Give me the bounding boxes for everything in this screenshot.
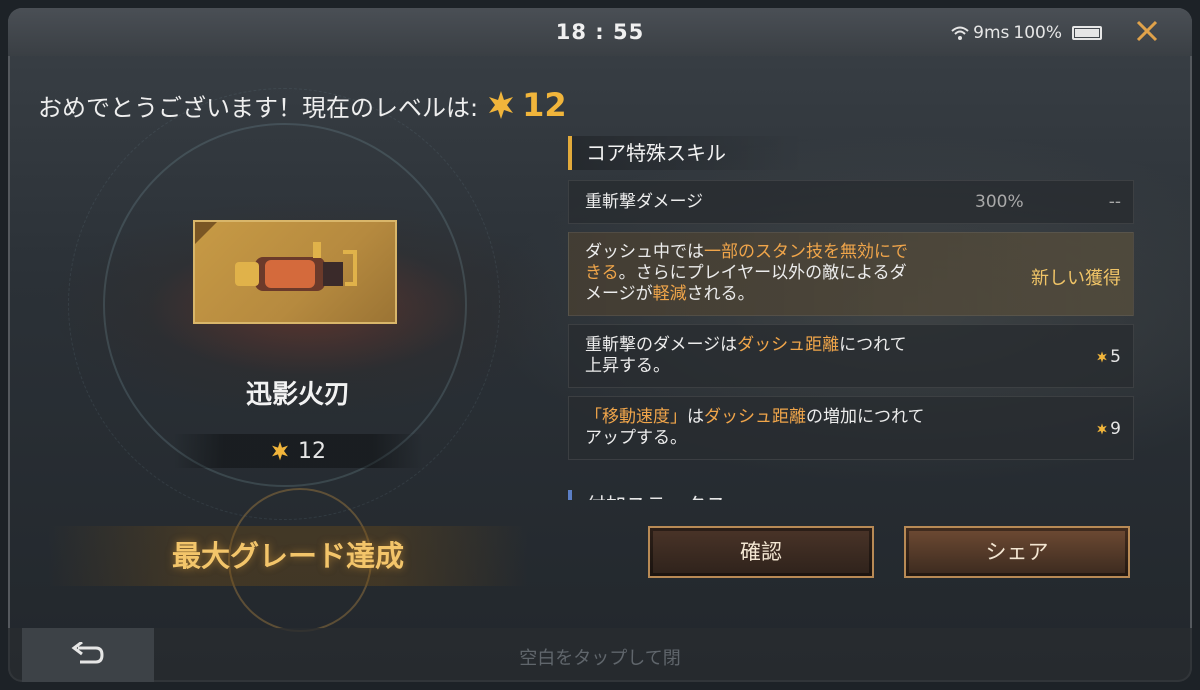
status-indicators: 9ms 100% [951, 23, 1102, 43]
skill-row: 「移動速度」はダッシュ距離の増加につれて アップする。 9 [568, 396, 1134, 460]
ping-value: 9ms [973, 23, 1010, 43]
text: の増加につれて [806, 407, 925, 427]
tap-to-close-hint: 空白をタップして閉 [519, 648, 681, 669]
battery-icon [1072, 26, 1102, 40]
wifi-icon [951, 26, 969, 40]
text-highlight: ダッシュ距離 [704, 407, 806, 427]
max-grade-banner: 最大グレード達成 [48, 526, 528, 586]
skill-row: 重斬撃のダメージはダッシュ距離につれて 上昇する。 5 [568, 324, 1134, 388]
text: につれて [839, 335, 907, 355]
text: ダッシュ中では [585, 242, 704, 262]
weapon-level-value: 12 [298, 438, 326, 464]
skill-right: -- [1108, 192, 1121, 212]
text: される。 [686, 284, 755, 304]
skill-unlock-level: 5 [1096, 347, 1121, 367]
text-highlight: ダッシュ距離 [737, 335, 840, 355]
text-highlight: 軽減 [652, 284, 687, 304]
text: 上昇する。 [585, 356, 670, 376]
current-level: 12 [522, 86, 567, 124]
weapon-level: 12 [173, 434, 423, 468]
text: 。さらにプレイヤー以外の敵によるダ [618, 263, 907, 283]
status-bar: 18 : 55 9ms 100% [8, 8, 1192, 56]
skill-unlock-level: 9 [1096, 419, 1121, 439]
skill-row: ダッシュ中では一部のスタン技を無効にで きる。さらにプレイヤー以外の敵によるダ … [568, 232, 1134, 316]
skill-value: 300% [975, 192, 1024, 212]
star-icon [1097, 423, 1107, 435]
star-icon [272, 441, 288, 461]
reward-dialog[interactable]: 18 : 55 9ms 100% おめでとうございます！現在のレベルは: 12 [8, 8, 1192, 682]
skill-row: 重斬撃ダメージ 300% -- [568, 180, 1134, 224]
text: は [687, 407, 704, 427]
section-title-core-skill: コア特殊スキル [568, 136, 806, 170]
text: アップする。 [585, 428, 687, 448]
battery-value: 100% [1013, 23, 1062, 43]
skill-text: 重斬撃のダメージはダッシュ距離につれて 上昇する。 [585, 335, 907, 377]
skill-text: ダッシュ中では一部のスタン技を無効にで きる。さらにプレイヤー以外の敵によるダ … [585, 242, 908, 305]
text: メージが [585, 284, 653, 304]
skill-text: 「移動速度」はダッシュ距離の増加につれて アップする。 [585, 407, 925, 449]
unlock-level-value: 9 [1110, 419, 1121, 439]
new-acquired-label: 新しい獲得 [1031, 268, 1121, 289]
close-icon[interactable] [1132, 16, 1162, 46]
section-title-extra-status: 付加ステータス [568, 490, 786, 500]
star-icon [1097, 351, 1107, 363]
skill-text: 重斬撃ダメージ [585, 192, 704, 212]
star-icon [489, 91, 514, 119]
weapon-gun-icon [235, 242, 357, 291]
unlock-level-value: 5 [1110, 347, 1121, 367]
skills-list[interactable]: 重斬撃ダメージ 300% -- ダッシュ中では一部のスタン技を無効にで きる。さ… [568, 180, 1134, 500]
text-highlight: きる [585, 263, 619, 283]
text-highlight: 「移動速度」 [585, 407, 687, 427]
share-button[interactable]: シェア [904, 526, 1130, 578]
confirm-button[interactable]: 確認 [648, 526, 874, 578]
text: 重斬撃のダメージは [585, 335, 738, 355]
weapon-name: 迅影火刃 [245, 380, 350, 410]
weapon-image [193, 220, 397, 324]
text-highlight: 一部のスタン技を無効にで [704, 242, 908, 262]
